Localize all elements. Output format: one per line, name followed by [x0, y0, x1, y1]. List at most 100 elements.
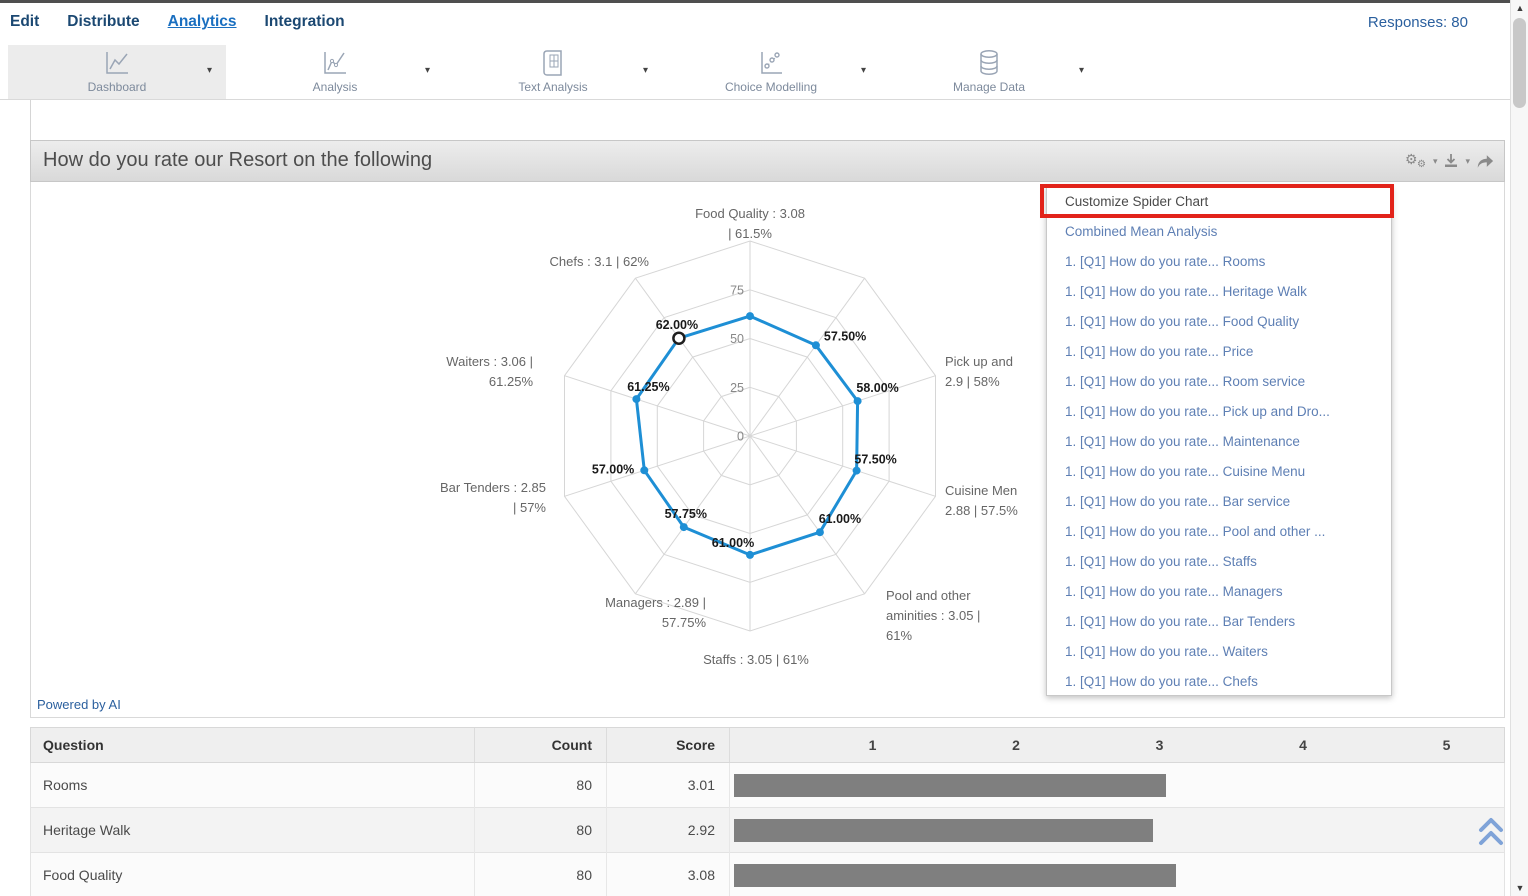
menu-item-1-q1-how-do-you-rate-bar-tenders[interactable]: 1. [Q1] How do you rate... Bar Tenders: [1047, 607, 1391, 637]
menu-item-1-q1-how-do-you-rate-heritage-walk[interactable]: 1. [Q1] How do you rate... Heritage Walk: [1047, 277, 1391, 307]
menu-item-1-q1-how-do-you-rate-maintenance[interactable]: 1. [Q1] How do you rate... Maintenance: [1047, 427, 1391, 457]
scale-tick-label: 5: [1443, 728, 1451, 762]
radar-point: [816, 528, 824, 536]
screen: Edit Distribute Analytics Integration Respo…: [0, 0, 1528, 896]
radar-point-label: 57.50%: [824, 329, 866, 343]
menu-item-1-q1-how-do-you-rate-chefs[interactable]: 1. [Q1] How do you rate... Chefs: [1047, 667, 1391, 697]
radar-tick-label: 0: [737, 430, 744, 444]
radar-axis-label: 2.88 | 57.5%: [945, 503, 1018, 518]
cell-score-bar: [729, 808, 1506, 853]
menu-item-customize-spider-chart[interactable]: Customize Spider Chart: [1047, 187, 1391, 217]
menu-item-1-q1-how-do-you-rate-room-service[interactable]: 1. [Q1] How do you rate... Room service: [1047, 367, 1391, 397]
cell-question: Food Quality: [31, 853, 474, 896]
toolbar-item-manage-data[interactable]: Manage Data▾: [880, 45, 1098, 99]
radar-point-label: 57.00%: [592, 462, 634, 476]
radar-point: [640, 466, 648, 474]
menu-item-1-q1-how-do-you-rate-cuisine-menu[interactable]: 1. [Q1] How do you rate... Cuisine Menu: [1047, 457, 1391, 487]
radar-point-label: 61.25%: [627, 380, 669, 394]
menu-item-1-q1-how-do-you-rate-price[interactable]: 1. [Q1] How do you rate... Price: [1047, 337, 1391, 367]
radar-axis-label: Staffs : 3.05 | 61%: [703, 652, 809, 667]
scrollbar-thumb[interactable]: [1513, 18, 1526, 108]
radar-point-label: 62.00%: [656, 318, 698, 332]
cell-score: 3.08: [606, 853, 729, 896]
menu-item-1-q1-how-do-you-rate-waiters[interactable]: 1. [Q1] How do you rate... Waiters: [1047, 637, 1391, 667]
column-header-score: Score: [606, 728, 729, 762]
question-panel-header: How do you rate our Resort on the follow…: [30, 140, 1505, 182]
nav-item-edit[interactable]: Edit: [10, 13, 39, 31]
table-header-row: Question Count Score 12345: [30, 727, 1505, 763]
radar-point: [746, 551, 754, 559]
toolbar-item-text-analysis[interactable]: Text Analysis ▾: [444, 45, 662, 99]
table-row-heritage-walk: Heritage Walk802.92: [30, 808, 1505, 853]
chevron-down-icon[interactable]: ▾: [861, 65, 866, 76]
menu-item-1-q1-how-do-you-rate-managers[interactable]: 1. [Q1] How do you rate... Managers: [1047, 577, 1391, 607]
document-grid-icon: [538, 48, 568, 78]
radar-axis-label: Pool and other: [886, 588, 971, 603]
radar-axis-label: Managers : 2.89 |: [605, 595, 706, 610]
score-table: Question Count Score 12345 Rooms803.01He…: [30, 727, 1505, 896]
toolbar-item-label: Choice Modelling: [662, 80, 880, 94]
cell-score-bar: [729, 763, 1506, 808]
panel-header-icons: ⚙⚙ ▾ ▾: [1405, 152, 1494, 170]
chevron-down-icon[interactable]: ▾: [1079, 65, 1084, 76]
chevron-down-icon[interactable]: ▾: [207, 65, 212, 76]
powered-by-ai-link[interactable]: Powered by AI: [37, 697, 121, 712]
radar-axis-label: | 61.5%: [728, 226, 772, 241]
radar-point-label: 58.00%: [856, 381, 898, 395]
menu-item-1-q1-how-do-you-rate-food-quality[interactable]: 1. [Q1] How do you rate... Food Quality: [1047, 307, 1391, 337]
radar-tick-label: 50: [730, 332, 744, 346]
download-icon[interactable]: [1443, 153, 1459, 169]
chevron-down-icon[interactable]: ▾: [643, 65, 648, 76]
table-row-rooms: Rooms803.01: [30, 763, 1505, 808]
score-bar: [734, 864, 1176, 887]
download-caret-icon[interactable]: ▾: [1465, 156, 1470, 167]
radar-axis-label: 2.9 | 58%: [945, 374, 1000, 389]
radar-point: [853, 467, 861, 475]
top-nav: Edit Distribute Analytics Integration Respo…: [0, 3, 1510, 45]
radar-point: [854, 397, 862, 405]
radar-point: [680, 523, 688, 531]
cell-question: Rooms: [31, 763, 474, 808]
toolbar-item-analysis[interactable]: Analysis▾: [226, 45, 444, 99]
scale-tick-label: 1: [869, 728, 877, 762]
toolbar-item-choice-modelling[interactable]: Choice Modelling ▾: [662, 45, 880, 99]
cell-score: 3.01: [606, 763, 729, 808]
menu-item-1-q1-how-do-you-rate-pick-up-and-dro[interactable]: 1. [Q1] How do you rate... Pick up and D…: [1047, 397, 1391, 427]
double-chevron-up-icon: [1474, 812, 1508, 852]
menu-item-1-q1-how-do-you-rate-rooms[interactable]: 1. [Q1] How do you rate... Rooms: [1047, 247, 1391, 277]
scroll-to-top-button[interactable]: [1474, 812, 1508, 852]
scale-tick-label: 4: [1299, 728, 1307, 762]
menu-item-1-q1-how-do-you-rate-staffs[interactable]: 1. [Q1] How do you rate... Staffs: [1047, 547, 1391, 577]
radar-axis-label: Food Quality : 3.08: [695, 206, 805, 221]
line-chart-icon: [102, 48, 132, 78]
radar-axis-label: Bar Tenders : 2.85: [440, 480, 546, 495]
nav-item-integration[interactable]: Integration: [265, 13, 345, 31]
settings-caret-icon[interactable]: ▾: [1433, 156, 1438, 167]
menu-item-1-q1-how-do-you-rate-pool-and-other[interactable]: 1. [Q1] How do you rate... Pool and othe…: [1047, 517, 1391, 547]
toolbar-item-label: Text Analysis: [444, 80, 662, 94]
radar-point-label: 57.50%: [854, 453, 896, 467]
nav-item-analytics[interactable]: Analytics: [168, 13, 237, 31]
settings-gears-icon[interactable]: ⚙⚙: [1405, 152, 1427, 170]
scrollbar-down-arrow-icon[interactable]: ▼: [1511, 883, 1528, 893]
radar-tick-label: 75: [730, 283, 744, 297]
share-icon[interactable]: [1476, 154, 1494, 169]
scrollbar-up-arrow-icon[interactable]: ▲: [1511, 3, 1528, 13]
menu-item-1-q1-how-do-you-rate-bar-service[interactable]: 1. [Q1] How do you rate... Bar service: [1047, 487, 1391, 517]
nav-item-distribute[interactable]: Distribute: [67, 13, 139, 31]
scatter-chart-icon: [756, 48, 786, 78]
menu-item-combined-mean-analysis[interactable]: Combined Mean Analysis: [1047, 217, 1391, 247]
scale-tick-label: 2: [1012, 728, 1020, 762]
radar-point-label: 57.75%: [665, 507, 707, 521]
vertical-scrollbar[interactable]: ▲ ▼: [1510, 0, 1528, 896]
cell-question: Heritage Walk: [31, 808, 474, 853]
cell-score-bar: [729, 853, 1506, 896]
radar-tick-label: 25: [730, 381, 744, 395]
radar-point: [632, 395, 640, 403]
toolbar-item-dashboard[interactable]: Dashboard▾: [8, 45, 226, 99]
radar-axis-label: Chefs : 3.1 | 62%: [550, 254, 650, 269]
responses-count: Responses: 80: [1368, 14, 1468, 31]
nav-items: Edit Distribute Analytics Integration: [10, 13, 345, 31]
chevron-down-icon[interactable]: ▾: [425, 65, 430, 76]
radar-axis-label: aminities : 3.05 |: [886, 608, 980, 623]
